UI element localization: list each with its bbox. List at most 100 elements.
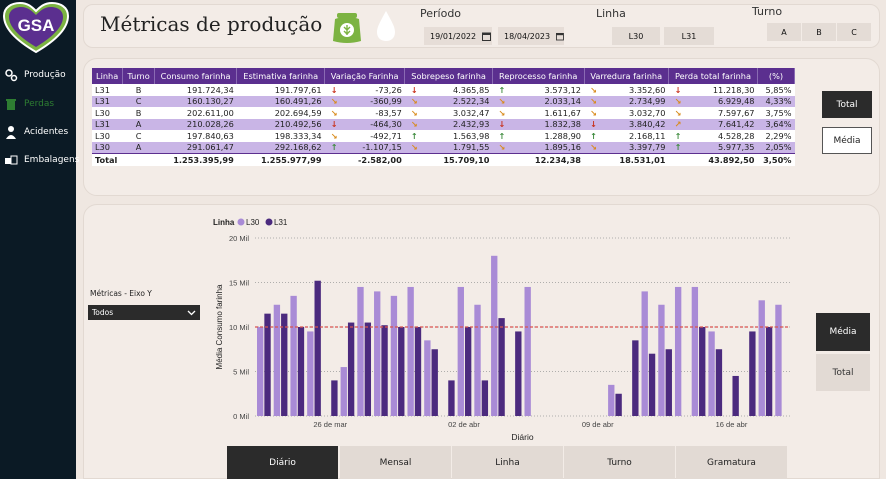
cell-value: 160.491,26: [274, 96, 322, 107]
total-value: 12.234,38: [534, 154, 581, 165]
table-row: L31 C 160.130,27 160.491,26 ↘ -360,99 ↘ 2.522,3…: [92, 95, 795, 107]
nav-item-perdas[interactable]: Perdas: [4, 95, 54, 113]
arrow-se-icon: ↘: [410, 107, 418, 118]
cell-value: C: [135, 96, 142, 107]
table-cell: 160.130,27: [154, 95, 237, 107]
cell-value: 3.573,12: [544, 84, 581, 95]
linha-option-l30[interactable]: L30: [612, 27, 660, 45]
table-header[interactable]: Sobrepeso farinha: [404, 68, 493, 84]
total-value: 1.253.395,99: [173, 154, 234, 165]
cell-value: 2.033,14: [544, 96, 581, 107]
table-header[interactable]: Linha: [92, 68, 124, 84]
table-header[interactable]: Consumo farinha: [154, 68, 238, 84]
bar-l31: [765, 327, 773, 416]
table-cell: 202.694,59: [236, 107, 325, 119]
media-button[interactable]: Média: [822, 127, 872, 154]
table-cell: ↘ 3.032,47: [404, 107, 493, 119]
bar-l31: [264, 313, 271, 416]
table-cell: ↘ 2.432,93: [404, 118, 493, 130]
cell-value: 1.563,98: [452, 130, 490, 141]
chart-media-button[interactable]: Média: [816, 313, 870, 351]
cell-value: -1.107,15: [362, 142, 402, 152]
metric-select-label: Métricas - Eixo Y: [90, 289, 152, 298]
date-end-input[interactable]: 18/04/2023: [498, 27, 564, 45]
cell-value: 3.352,60: [629, 84, 666, 95]
bar-l31: [398, 327, 405, 416]
table-cell: C: [122, 130, 155, 142]
table-header[interactable]: Reprocesso farinha: [492, 68, 585, 84]
table-header[interactable]: Estimativa farinha: [236, 68, 326, 84]
cell-value: 1.288,90: [544, 130, 581, 141]
total-cell: 43.892,50: [668, 152, 758, 166]
arrow-se-icon: ↘: [498, 142, 506, 152]
arrow-up-icon: ↑: [590, 130, 597, 141]
table-cell: 191.797,61: [236, 84, 325, 96]
table-cell: ↑ 2.168,11: [584, 130, 669, 142]
nav-item-acidentes[interactable]: Acidentes: [4, 123, 68, 141]
total-cell: 15.709,10: [404, 152, 493, 166]
cell-value: 3,75%: [765, 107, 792, 118]
arrow-se-icon: ↘: [590, 96, 597, 107]
table-header[interactable]: (%): [757, 68, 795, 84]
date-start-input[interactable]: 19/01/2022: [424, 27, 492, 45]
bar-l30: [374, 291, 381, 416]
boxes-icon: [5, 155, 18, 165]
bar-l30: [340, 367, 347, 416]
cell-value: 160.130,27: [186, 96, 234, 107]
page-title: Métricas de produção: [100, 12, 323, 36]
nav-item-produção[interactable]: Produção: [4, 66, 66, 84]
bar-l30: [290, 295, 297, 416]
nav-item-embalagens[interactable]: Embalagens: [4, 151, 79, 169]
arrow-ne-icon: ↗: [674, 119, 682, 130]
linha-option-l31[interactable]: L31: [664, 27, 714, 45]
tab-diário[interactable]: Diário: [227, 446, 338, 479]
arrow-se-icon: ↘: [410, 96, 418, 107]
table-header[interactable]: Variação Farinha: [324, 68, 406, 84]
total-button[interactable]: Total: [822, 91, 872, 118]
bar-l30: [407, 286, 414, 416]
table-cell: ↘ 2.734,99: [584, 95, 669, 107]
table-header[interactable]: Turno: [122, 68, 155, 84]
tab-linha[interactable]: Linha: [452, 446, 563, 479]
table-header[interactable]: Varredura farinha: [584, 68, 669, 84]
cell-value: 3,64%: [765, 119, 792, 130]
cell-value: 210.492,56: [274, 119, 322, 130]
table-cell: ↓ 3.840,42: [584, 118, 669, 130]
table-cell: ↘ 3.397,79: [584, 141, 669, 153]
table-header[interactable]: Perda total farinha: [668, 68, 759, 84]
cell-value: 3.397,79: [629, 142, 666, 152]
arrow-se-icon: ↘: [330, 96, 338, 107]
turno-option-c[interactable]: C: [837, 23, 871, 41]
turno-option-b[interactable]: B: [802, 23, 836, 41]
bar-l31: [665, 349, 672, 416]
bar-l30: [674, 286, 682, 416]
cell-value: -73,26: [375, 84, 402, 95]
metric-select[interactable]: Todos: [88, 305, 200, 320]
table-row: L30 C 197.840,63 198.333,34 ↘ -492,71 ↑ 1.563,9…: [92, 130, 795, 142]
total-cell: 18.531,01: [584, 152, 669, 166]
tab-turno[interactable]: Turno: [564, 446, 675, 479]
cell-value: 2,05%: [765, 142, 792, 152]
total-cell: 1.255.977,99: [236, 152, 325, 166]
table-cell: ↘ -83,57: [324, 107, 405, 119]
arrow-se-icon: ↘: [590, 142, 597, 152]
cell-value: 2.432,93: [452, 119, 490, 130]
y-tick-label: 20 Mil: [229, 234, 249, 243]
table-cell: 291.061,47: [154, 141, 237, 153]
bar-l31: [515, 331, 522, 416]
cell-value: C: [135, 130, 142, 141]
date-end-value: 18/04/2023: [504, 31, 551, 41]
tab-gramatura[interactable]: Gramatura: [676, 446, 787, 479]
bar-l31: [431, 349, 438, 416]
legend-title: Linha: [213, 218, 235, 227]
bar-l30: [758, 300, 765, 416]
turno-option-a[interactable]: A: [767, 23, 801, 41]
cell-value: 2.734,99: [629, 96, 666, 107]
total-label-cell: Total: [92, 152, 123, 166]
tab-mensal[interactable]: Mensal: [340, 446, 451, 479]
chart-total-button[interactable]: Total: [816, 354, 870, 391]
bar-l31: [632, 340, 639, 416]
nav-label: Embalagens: [24, 155, 80, 165]
table-cell: ↑ 5.977,35: [668, 141, 758, 153]
table-cell: B: [122, 84, 155, 96]
